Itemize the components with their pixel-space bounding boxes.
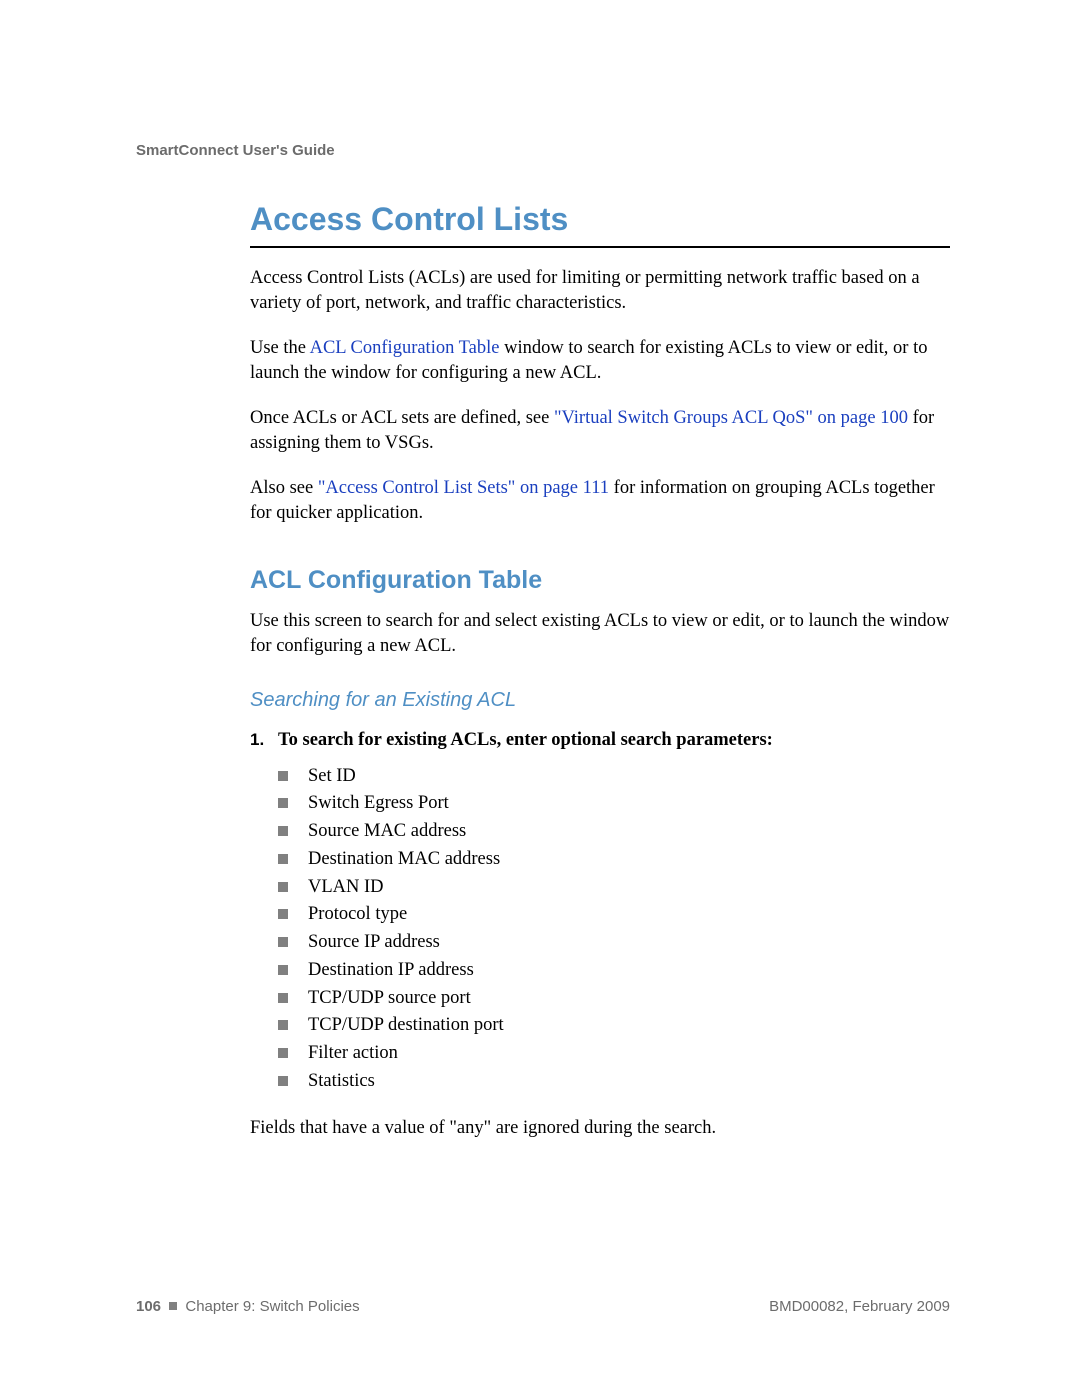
vsg-acl-qos-link[interactable]: "Virtual Switch Groups ACL QoS" on page … [554, 408, 908, 428]
subsection-heading: Searching for an Existing ACL [250, 689, 950, 712]
section-heading: ACL Configuration Table [250, 566, 950, 595]
step-number: 1. [250, 730, 278, 751]
list-item: Statistics [278, 1068, 950, 1096]
list-item: Set ID [278, 763, 950, 791]
running-header: SmartConnect User's Guide [136, 142, 950, 159]
acl-sets-link[interactable]: "Access Control List Sets" on page 111 [318, 478, 609, 498]
page-number: 106 [136, 1298, 161, 1315]
also-paragraph: Also see "Access Control List Sets" on p… [250, 476, 950, 526]
chapter-label: Chapter 9: Switch Policies [185, 1298, 359, 1315]
acl-config-table-link[interactable]: ACL Configuration Table [310, 338, 500, 358]
footer-left: 106 Chapter 9: Switch Policies [136, 1298, 360, 1315]
title-rule [250, 246, 950, 248]
page-title: Access Control Lists [250, 201, 950, 238]
intro-paragraph: Access Control Lists (ACLs) are used for… [250, 266, 950, 316]
list-item: Destination MAC address [278, 846, 950, 874]
list-item: Protocol type [278, 901, 950, 929]
section-body: Use this screen to search for and select… [250, 609, 950, 659]
once-paragraph: Once ACLs or ACL sets are defined, see "… [250, 406, 950, 456]
list-item: Source IP address [278, 929, 950, 957]
list-item: TCP/UDP source port [278, 985, 950, 1013]
list-item: VLAN ID [278, 874, 950, 902]
content-area: Access Control Lists Access Control List… [250, 201, 950, 1141]
also-pre: Also see [250, 478, 318, 498]
list-item: Switch Egress Port [278, 790, 950, 818]
once-pre: Once ACLs or ACL sets are defined, see [250, 408, 554, 428]
list-item: Filter action [278, 1040, 950, 1068]
step-1: 1. To search for existing ACLs, enter op… [250, 730, 950, 751]
footer-right: BMD00082, February 2009 [769, 1298, 950, 1315]
note-paragraph: Fields that have a value of "any" are ig… [250, 1116, 950, 1141]
list-item: Destination IP address [278, 957, 950, 985]
use-paragraph: Use the ACL Configuration Table window t… [250, 336, 950, 386]
list-item: Source MAC address [278, 818, 950, 846]
use-pre: Use the [250, 338, 310, 358]
step-text: To search for existing ACLs, enter optio… [278, 730, 773, 751]
search-params-list: Set ID Switch Egress Port Source MAC add… [278, 763, 950, 1096]
page-footer: 106 Chapter 9: Switch Policies BMD00082,… [136, 1298, 950, 1315]
list-item: TCP/UDP destination port [278, 1012, 950, 1040]
square-bullet-icon [169, 1302, 177, 1310]
